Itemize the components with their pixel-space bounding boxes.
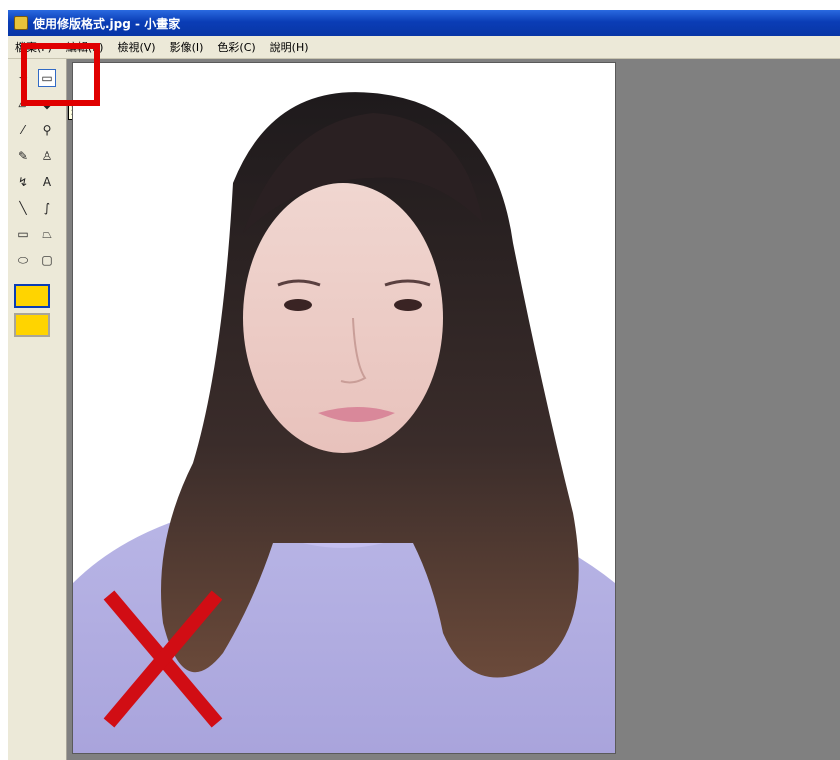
eyedropper-icon[interactable]: ⁄ xyxy=(14,121,32,139)
tool-box: ✦ ▭ ▱ ◆ ⁄ ⚲ ✎ ♙ ↯ A ╲ ∫ ▭ ⏢ ⬭ ▢ xyxy=(8,59,67,760)
text-icon[interactable]: A xyxy=(38,173,56,191)
image-canvas[interactable] xyxy=(72,62,616,754)
paint-window: 使用修版格式.jpg - 小畫家 檔案(F) 編輯(E) 檢視(V) 影像(I)… xyxy=(0,0,840,760)
polygon-icon[interactable]: ⏢ xyxy=(38,225,56,243)
magnifier-icon[interactable]: ⚲ xyxy=(38,121,56,139)
window-title: 使用修版格式.jpg - 小畫家 xyxy=(33,16,181,31)
curve-icon[interactable]: ∫ xyxy=(38,199,56,217)
brush-icon[interactable]: ♙ xyxy=(38,147,56,165)
menu-bar: 檔案(F) 編輯(E) 檢視(V) 影像(I) 色彩(C) 說明(H) xyxy=(8,36,840,59)
line-icon[interactable]: ╲ xyxy=(14,199,32,217)
option-box-transparent[interactable] xyxy=(14,313,50,337)
menu-colors[interactable]: 色彩(C) xyxy=(210,39,262,55)
title-bar[interactable]: 使用修版格式.jpg - 小畫家 xyxy=(8,10,840,36)
airbrush-icon[interactable]: ↯ xyxy=(14,173,32,191)
x-mark-icon xyxy=(103,590,223,728)
select-tool-highlight xyxy=(21,43,100,106)
pencil-icon[interactable]: ✎ xyxy=(14,147,32,165)
menu-help[interactable]: 說明(H) xyxy=(263,39,316,55)
option-box-opaque[interactable] xyxy=(14,284,50,308)
menu-view[interactable]: 檢視(V) xyxy=(110,39,162,55)
rounded-rect-icon[interactable]: ▢ xyxy=(38,251,56,269)
rectangle-icon[interactable]: ▭ xyxy=(14,225,32,243)
menu-image[interactable]: 影像(I) xyxy=(163,39,211,55)
ellipse-icon[interactable]: ⬭ xyxy=(14,251,32,269)
paint-app-icon xyxy=(14,16,28,30)
